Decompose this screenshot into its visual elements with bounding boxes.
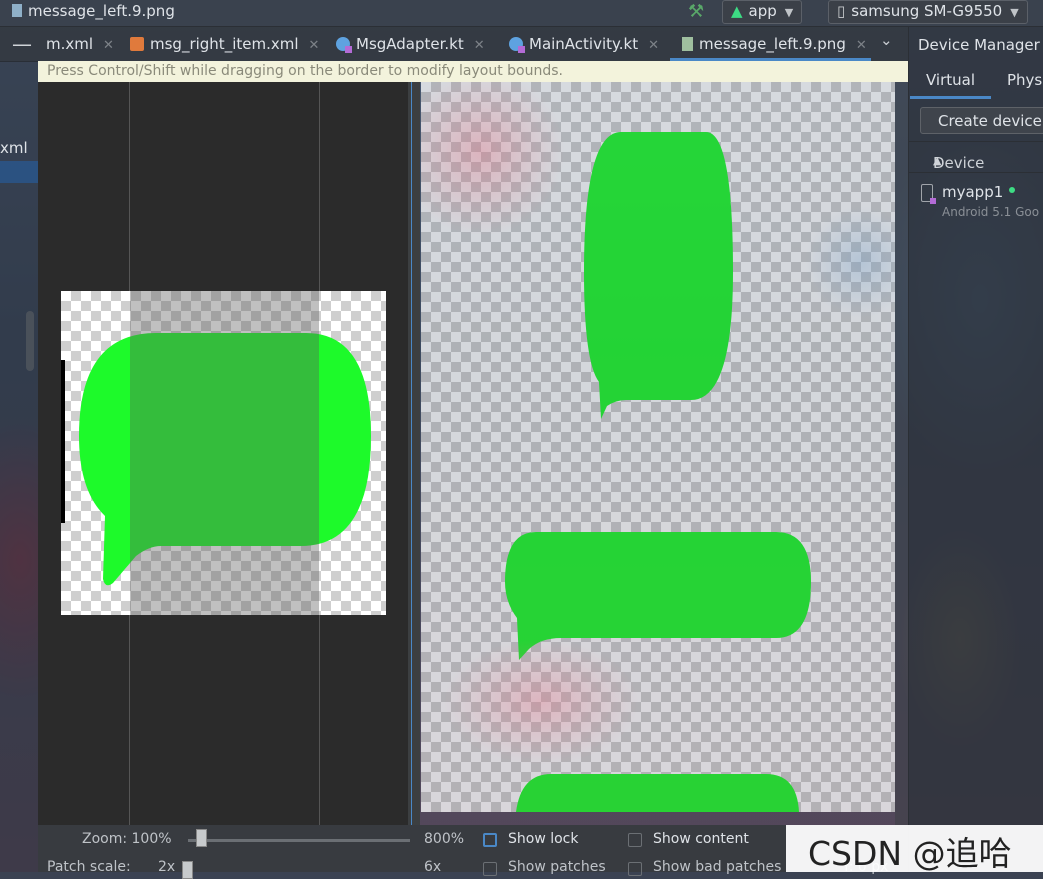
window-title: message_left.9.png [12,2,175,20]
device-manager-title: Device Manager [918,36,1040,54]
tab-virtual[interactable]: Virtual [910,71,992,99]
png-file-icon [12,4,22,17]
preview-scroll-gutter[interactable] [895,82,908,825]
phone-icon: ▯ [837,2,846,20]
nine-patch-hint: Press Control/Shift while dragging on th… [38,61,908,82]
tabs-overflow-chevron-icon[interactable]: ⌄ [880,31,893,49]
virtual-device-icon [921,184,936,204]
build-hammer-icon[interactable]: ⚒ [688,1,704,22]
tab-msg-right-item[interactable]: msg_right_item.xml ✕ [130,27,319,61]
tab-msg-adapter[interactable]: MsgAdapter.kt ✕ [336,27,485,61]
zoom-max-label: 800% [424,831,465,847]
patch-scale-min: 2x [158,859,176,875]
device-name[interactable]: myapp1 [942,183,1003,201]
png-file-icon [682,37,693,51]
sort-asc-icon: ▲ [933,154,942,167]
project-item-partial[interactable]: xml [0,139,28,157]
title-bar: message_left.9.png ⚒ ▲ app ▼ ▯ samsung SM-G… [0,0,1043,27]
show-patches-label: Show patches [508,859,606,875]
tab-physical[interactable]: Physi [1007,71,1043,89]
show-content-label: Show content [653,831,749,847]
close-icon[interactable]: ✕ [474,38,485,53]
show-bad-patches-checkbox[interactable] [628,862,642,876]
tab-main-activity[interactable]: MainActivity.kt ✕ [509,27,659,61]
create-device-button[interactable]: Create device [920,107,1043,134]
zoom-slider-thumb[interactable] [196,829,207,847]
device-manager-panel: Device Manager Virtual Physi Create devi… [908,27,1043,872]
run-config-selector[interactable]: ▲ app ▼ [722,0,803,24]
xml-file-icon [130,37,144,51]
editor-splitter[interactable] [408,82,420,825]
device-api-label: Android 5.1 Goo [942,205,1040,219]
project-scrollbar[interactable] [26,311,34,371]
device-online-dot-icon [1009,187,1015,193]
close-icon[interactable]: ✕ [309,38,320,53]
patch-scale-max: 6x [424,859,442,875]
show-patches-checkbox[interactable] [483,862,497,876]
nine-patch-image[interactable] [61,291,386,615]
close-icon[interactable]: ✕ [648,38,659,53]
close-icon[interactable]: ✕ [103,38,114,53]
kotlin-file-icon [509,37,525,53]
chevron-down-icon: ▼ [1010,6,1019,19]
device-selector[interactable]: ▯ samsung SM-G9550 ▼ [828,0,1028,24]
project-selection-highlight [0,161,38,183]
close-icon[interactable]: ✕ [856,38,867,53]
patch-scale-label: Patch scale: [47,859,131,875]
chevron-down-icon: ▼ [784,6,794,19]
device-column-header[interactable]: Device ▲ [909,141,1043,173]
show-bad-patches-label: Show bad patches [653,859,782,875]
android-icon: ▲ [731,2,743,20]
editor-tab-bar: — m.xml ✕ msg_right_item.xml ✕ MsgAdapter.… [0,27,908,62]
nine-patch-controls: Zoom: 100% 800% Show lock Show content P… [38,825,908,879]
preview-wallpaper-tint [421,82,895,812]
kotlin-file-icon [336,37,352,53]
show-lock-label: Show lock [508,831,579,847]
zoom-slider-track[interactable] [188,839,410,842]
project-panel-edge: xml [0,61,38,872]
zoom-label: Zoom: 100% [82,831,172,847]
collapse-minus-icon[interactable]: — [12,32,32,56]
show-content-checkbox[interactable] [628,833,642,847]
csdn-watermark: CSDN @追哈 [786,825,1043,873]
patch-scale-slider-thumb[interactable] [182,861,193,879]
tab-m-xml[interactable]: m.xml ✕ [46,27,114,61]
patch-line-marker[interactable] [61,360,65,523]
tab-message-left-png[interactable]: message_left.9.png ✕ [670,27,871,61]
show-lock-checkbox[interactable] [483,833,497,847]
stretch-region-overlay [130,291,319,615]
